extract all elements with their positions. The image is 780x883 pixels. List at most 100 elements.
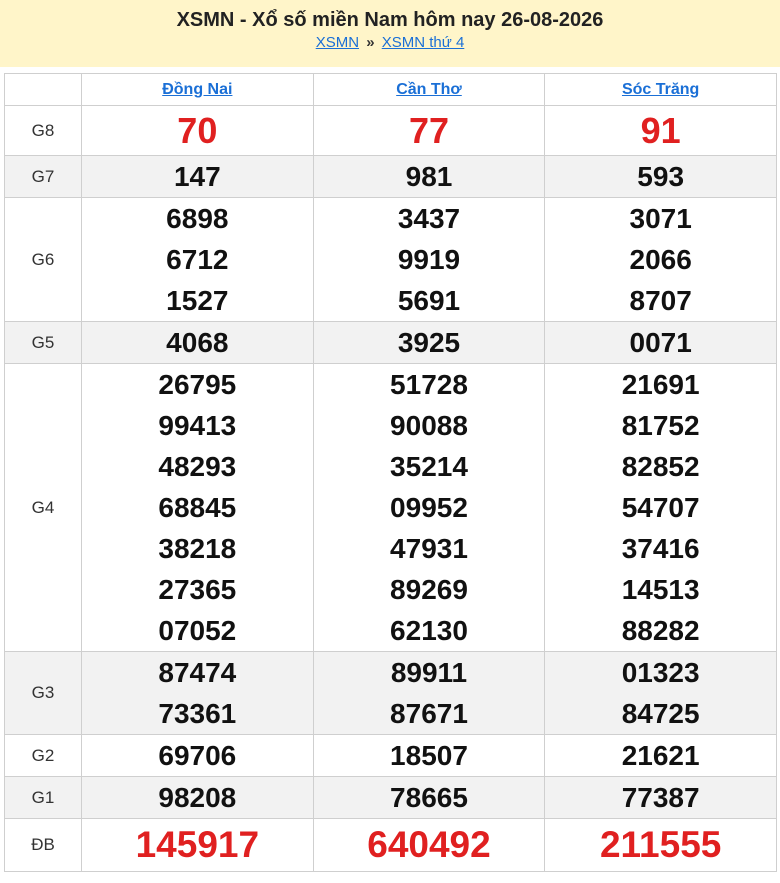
result-number: 3071	[629, 203, 692, 234]
prize-row: G6 6898 6712 1527 3437 9919 5691 3071 2066 8707	[4, 197, 777, 322]
result-cell: 593	[544, 155, 777, 198]
prize-label: G2	[4, 734, 82, 777]
result-number: 70	[177, 110, 218, 151]
result-cell: 640492	[312, 818, 546, 872]
result-cell: 77387	[544, 776, 777, 819]
page-header: XSMN - Xổ số miền Nam hôm nay 26-08-2026…	[0, 0, 780, 67]
result-number: 54707	[621, 492, 700, 523]
prize-row: G2 69706 18507 21621	[4, 734, 777, 777]
province-header: Đồng Nai	[81, 73, 314, 106]
prize-row: ĐB 145917 640492 211555	[4, 818, 777, 872]
result-cell: 78665	[312, 776, 546, 819]
prize-row: G3 87474 73361 89911 87671 01323 84725	[4, 651, 777, 735]
result-cell: 211555	[544, 818, 777, 872]
result-number: 69706	[158, 740, 237, 771]
result-number: 27365	[158, 574, 237, 605]
result-cell: 87474 73361	[81, 651, 314, 735]
province-link[interactable]: Đồng Nai	[162, 81, 232, 98]
result-cell: 77	[312, 105, 546, 156]
result-number: 8707	[629, 285, 692, 316]
result-cell: 147	[81, 155, 314, 198]
breadcrumb-separator: »	[366, 34, 375, 51]
province-header: Sóc Trăng	[544, 73, 777, 106]
prize-row: G1 98208 78665 77387	[4, 776, 777, 819]
breadcrumb-link-xsmn[interactable]: XSMN	[316, 34, 359, 51]
result-number: 38218	[158, 533, 237, 564]
result-number: 3925	[397, 327, 461, 358]
result-number: 21621	[621, 740, 700, 771]
result-cell: 145917	[81, 818, 314, 872]
result-number: 89269	[390, 574, 468, 605]
result-cell: 01323 84725	[544, 651, 777, 735]
result-cell: 3925	[312, 321, 546, 364]
result-number: 01323	[621, 657, 700, 688]
prize-label: G8	[4, 105, 82, 156]
result-number: 47931	[390, 533, 468, 564]
result-cell: 69706	[81, 734, 314, 777]
province-header-row: Đồng Nai Cần Thơ Sóc Trăng	[4, 73, 777, 106]
prize-label: ĐB	[4, 818, 82, 872]
result-number: 98208	[158, 782, 237, 813]
result-number: 90088	[390, 410, 468, 441]
results-table: Đồng Nai Cần Thơ Sóc Trăng G8 70 77 91 G7 147…	[4, 73, 777, 872]
result-number: 81752	[621, 410, 700, 441]
province-header: Cần Thơ	[312, 73, 546, 106]
prize-row: G7 147 981 593	[4, 155, 777, 198]
result-number: 48293	[158, 451, 237, 482]
result-number: 18507	[390, 740, 468, 771]
result-number: 6712	[166, 244, 229, 275]
result-number: 07052	[158, 615, 237, 646]
result-number: 99413	[158, 410, 237, 441]
prize-row: G8 70 77 91	[4, 105, 777, 156]
result-number: 09952	[390, 492, 468, 523]
province-link[interactable]: Cần Thơ	[396, 81, 462, 98]
result-cell: 91	[544, 105, 777, 156]
result-number: 4068	[166, 327, 229, 358]
result-cell: 4068	[81, 321, 314, 364]
result-number: 145917	[135, 824, 260, 865]
result-cell: 6898 6712 1527	[81, 197, 314, 322]
result-number: 147	[173, 161, 221, 192]
prize-label: G7	[4, 155, 82, 198]
result-cell: 981	[312, 155, 546, 198]
result-number: 77	[408, 110, 449, 151]
result-cell: 89911 87671	[312, 651, 546, 735]
result-number: 68845	[158, 492, 237, 523]
result-cell: 3437 9919 5691	[312, 197, 546, 322]
result-number: 77387	[621, 782, 700, 813]
result-number: 640492	[367, 824, 491, 865]
result-cell: 26795 99413 48293 68845 38218 27365 07052	[81, 363, 314, 652]
result-number: 62130	[390, 615, 468, 646]
result-number: 89911	[390, 657, 468, 688]
result-number: 26795	[158, 369, 237, 400]
result-number: 981	[405, 161, 453, 192]
result-number: 5691	[397, 285, 461, 316]
result-number: 14513	[621, 574, 700, 605]
prize-label: G6	[4, 197, 82, 322]
result-number: 1527	[166, 285, 229, 316]
result-number: 78665	[390, 782, 468, 813]
result-number: 82852	[621, 451, 700, 482]
prize-row: G5 4068 3925 0071	[4, 321, 777, 364]
result-cell: 70	[81, 105, 314, 156]
province-link[interactable]: Sóc Trăng	[622, 81, 699, 98]
result-number: 88282	[621, 615, 700, 646]
prize-label: G4	[4, 363, 82, 652]
result-number: 35214	[390, 451, 468, 482]
result-number: 51728	[390, 369, 468, 400]
breadcrumb-link-xsmn-thu-4[interactable]: XSMN thứ 4	[382, 34, 465, 51]
corner-cell	[4, 73, 82, 106]
breadcrumb: XSMN » XSMN thứ 4	[0, 34, 780, 52]
prize-row: G4 26795 99413 48293 68845 38218 27365 07052 517…	[4, 363, 777, 652]
result-cell: 51728 90088 35214 09952 47931 89269 62130	[312, 363, 546, 652]
prize-label: G1	[4, 776, 82, 819]
result-cell: 3071 2066 8707	[544, 197, 777, 322]
result-number: 3437	[397, 203, 461, 234]
result-number: 211555	[599, 824, 722, 865]
result-number: 9919	[397, 244, 461, 275]
result-number: 73361	[158, 698, 237, 729]
result-number: 37416	[621, 533, 700, 564]
result-cell: 98208	[81, 776, 314, 819]
result-cell: 18507	[312, 734, 546, 777]
page-title: XSMN - Xổ số miền Nam hôm nay 26-08-2026	[176, 9, 604, 31]
